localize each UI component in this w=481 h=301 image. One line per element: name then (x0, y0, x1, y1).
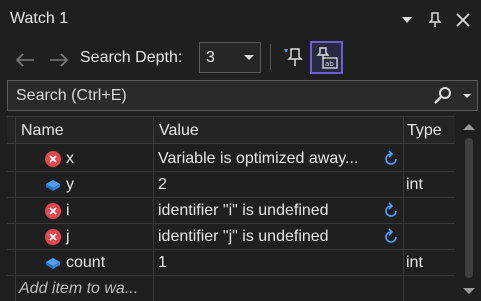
forward-arrow-icon[interactable] (48, 49, 70, 71)
close-icon[interactable] (455, 10, 471, 30)
chevron-down-icon (244, 55, 254, 60)
row-name: y (66, 176, 74, 193)
pin-to-source-button[interactable] (280, 44, 306, 70)
table-row[interactable]: i identifier "i" is undefined (7, 198, 455, 224)
row-name: j (66, 228, 70, 245)
add-item-row[interactable]: Add item to wa... (7, 276, 455, 301)
refresh-icon[interactable] (382, 150, 400, 168)
pin-variable-button[interactable]: ab (310, 41, 343, 74)
refresh-icon[interactable] (382, 202, 400, 220)
row-name: i (66, 202, 70, 219)
add-item-input[interactable]: Add item to wa... (19, 280, 138, 298)
search-depth-select[interactable]: 3 (199, 42, 261, 73)
back-arrow-icon[interactable] (14, 49, 36, 71)
toolbar-divider (270, 44, 271, 70)
column-header-name[interactable]: Name (21, 122, 64, 140)
scroll-thumb[interactable] (465, 138, 473, 278)
row-value: 1 (158, 254, 167, 271)
title-bar: Watch 1 (0, 0, 481, 40)
error-icon (44, 202, 62, 220)
error-icon (44, 228, 62, 246)
row-value: Variable is optimized away... (158, 150, 359, 167)
search-input[interactable]: Search (Ctrl+E) (7, 80, 478, 111)
row-name: x (66, 150, 74, 167)
grid-header: Name Value Type (7, 116, 455, 144)
scroll-up-arrow-icon[interactable] (463, 124, 475, 130)
refresh-icon[interactable] (382, 228, 400, 246)
row-name: count (66, 254, 106, 271)
row-type: int (406, 254, 423, 271)
column-header-value[interactable]: Value (159, 122, 199, 140)
table-row[interactable]: j identifier "j" is undefined (7, 224, 455, 250)
search-options-chevron-icon[interactable] (463, 94, 471, 98)
row-value: identifier "i" is undefined (158, 202, 329, 219)
table-row[interactable]: x Variable is optimized away... (7, 146, 455, 172)
row-type: int (406, 176, 423, 193)
dropdown-icon[interactable] (399, 10, 415, 30)
svg-text:ab: ab (325, 60, 334, 68)
column-header-type[interactable]: Type (407, 122, 442, 140)
variable-icon (44, 254, 62, 272)
row-value: 2 (158, 176, 167, 193)
variable-icon (44, 176, 62, 194)
vertical-scrollbar[interactable] (456, 116, 481, 301)
table-row[interactable]: count 1 int (7, 250, 455, 276)
search-icon[interactable] (433, 86, 453, 106)
pin-icon[interactable] (427, 10, 443, 30)
search-depth-value: 3 (206, 49, 215, 66)
row-value: identifier "j" is undefined (158, 228, 329, 245)
error-icon (44, 150, 62, 168)
scroll-down-arrow-icon[interactable] (463, 288, 475, 294)
window-title: Watch 1 (10, 10, 69, 27)
search-placeholder: Search (Ctrl+E) (16, 87, 127, 104)
title-actions (399, 10, 471, 30)
table-row[interactable]: y 2 int (7, 172, 455, 198)
watch-grid: Name Value Type x Variable is optimized … (7, 116, 455, 301)
search-depth-label: Search Depth: (80, 49, 183, 66)
